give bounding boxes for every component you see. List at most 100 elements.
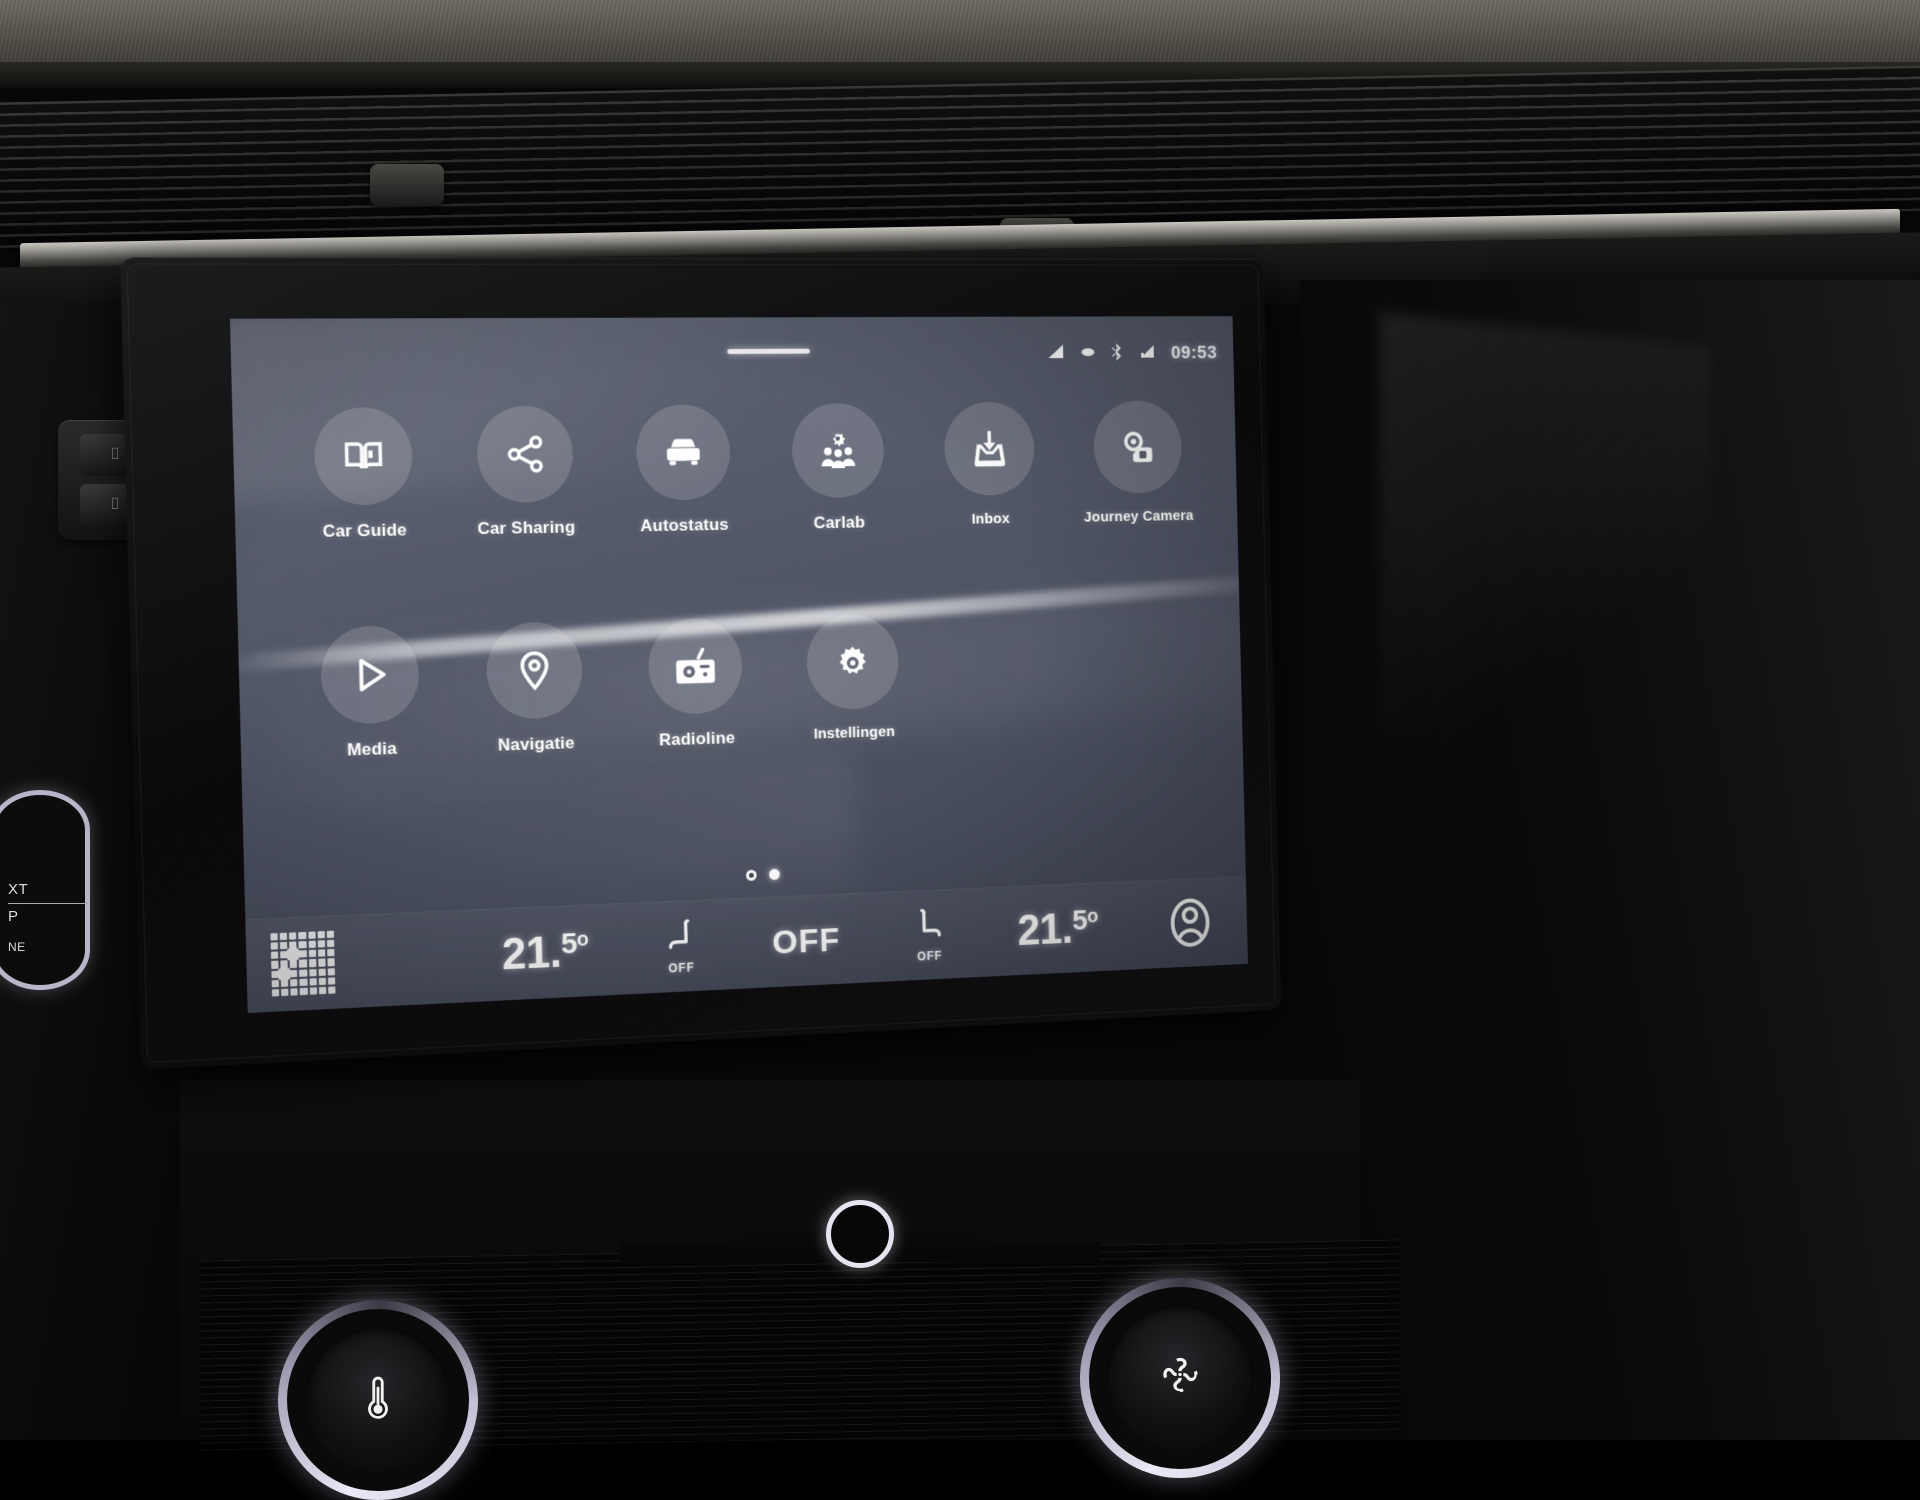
app-icon-bg [1092, 401, 1182, 494]
grid-dot [270, 933, 278, 941]
grid-dot [299, 969, 306, 977]
grid-dot [290, 960, 298, 968]
book-icon [340, 434, 386, 479]
app-inbox[interactable]: Inbox [913, 402, 1066, 532]
grid-dot [308, 950, 315, 958]
app-grid-icon[interactable] [270, 931, 335, 997]
grid-dot [280, 933, 288, 941]
driver-temperature[interactable]: 21.5o [501, 926, 589, 980]
app-radioline[interactable]: Radioline [614, 617, 776, 752]
panel-highlight [1380, 313, 1710, 768]
driver-seat-heater[interactable]: OFF [665, 919, 697, 976]
seat-heater-icon [665, 919, 697, 960]
driver-temp-value: 21. [501, 928, 561, 981]
degree-symbol: o [577, 928, 589, 951]
grid-dot-accent [287, 948, 300, 961]
location-pin-icon [512, 648, 557, 693]
start-stop-line1: XT [8, 880, 88, 900]
grid-dot [309, 959, 316, 967]
cowl-texture [0, 0, 1920, 70]
app-icon-bg [635, 404, 731, 500]
app-label: Car Sharing [477, 518, 575, 540]
app-instellingen[interactable]: Instellingen [773, 613, 932, 747]
clock: 09:53 [1171, 343, 1218, 364]
app-label: Media [347, 739, 397, 761]
grid-dot [290, 979, 298, 987]
grid-dot [328, 968, 335, 976]
app-label: Radioline [659, 728, 735, 750]
app-icon-bg [806, 614, 899, 710]
app-car-sharing[interactable]: Car Sharing [443, 405, 606, 539]
car-icon [660, 429, 706, 475]
people-group-icon [815, 428, 860, 474]
app-autostatus[interactable]: Autostatus [603, 404, 763, 537]
start-stop-line2: P [8, 907, 88, 927]
grid-dot [309, 969, 316, 977]
grid-dot [327, 958, 334, 966]
grid-dot [327, 931, 334, 939]
status-bar: 09:53 [1046, 341, 1217, 367]
grid-dot [317, 940, 324, 948]
passenger-temperature[interactable]: 21.5o [1017, 904, 1099, 956]
app-journey-camera[interactable]: Journey Camera [1062, 400, 1212, 529]
grid-dot [300, 978, 307, 986]
grid-dot [318, 968, 325, 976]
home-hard-button[interactable] [826, 1200, 894, 1268]
user-profile-icon[interactable] [1163, 894, 1217, 952]
grid-dot [299, 932, 306, 940]
app-icon-bg [943, 402, 1035, 496]
gear-icon [831, 640, 874, 684]
fan-icon [1080, 1355, 1280, 1402]
passenger-temp-value: 21. [1017, 905, 1073, 956]
grid-dot [271, 961, 279, 969]
passenger-seat-heater[interactable]: OFF [914, 908, 945, 964]
wifi-signal-icon [1138, 343, 1156, 364]
cellular-signal-icon [1046, 344, 1065, 365]
grid-dot [281, 988, 289, 996]
grid-dot [319, 987, 326, 995]
grid-dot [318, 950, 325, 958]
passenger-temp-decimal: 5 [1072, 904, 1088, 937]
fan-status[interactable]: OFF [772, 921, 841, 962]
grid-dot [327, 940, 334, 948]
app-icon-bg [313, 407, 413, 505]
screen-display: 09:53 Car Guide [230, 316, 1248, 1013]
app-grid: Car Guide Car Sharing [261, 400, 1217, 763]
bluetooth-icon [1111, 342, 1123, 366]
app-label: Instellingen [814, 723, 896, 742]
driver-seat-status: OFF [668, 960, 695, 975]
grid-dot [309, 978, 316, 986]
start-stop-line3: NE [8, 937, 88, 957]
app-label: Journey Camera [1084, 507, 1194, 525]
grid-dot [299, 941, 306, 949]
seat-heater-icon [914, 908, 945, 948]
radio-icon [674, 644, 718, 689]
infotainment-screen: 09:53 Car Guide [120, 257, 1281, 1070]
play-icon [346, 651, 394, 699]
app-label: Carlab [813, 513, 865, 533]
grid-dot [318, 977, 325, 985]
vent-direction-tab-left[interactable] [370, 164, 444, 206]
grid-dot [309, 987, 316, 995]
app-navigatie[interactable]: Navigatie [452, 621, 618, 758]
grid-dot [290, 969, 298, 977]
data-indicator-icon [1080, 345, 1095, 362]
fan-knob-right[interactable] [1080, 1278, 1280, 1478]
app-icon-bg [476, 406, 574, 503]
page-dot-1[interactable] [745, 870, 756, 881]
notification-drag-handle[interactable] [727, 349, 810, 354]
grid-dot [300, 988, 307, 996]
camera-icon [1116, 425, 1159, 470]
app-media[interactable]: Media [285, 624, 455, 762]
temperature-knob-left[interactable] [278, 1300, 478, 1500]
app-label: Car Guide [322, 520, 407, 542]
grid-dot [308, 931, 315, 939]
app-carlab[interactable]: Carlab [759, 403, 915, 534]
grid-dot [280, 942, 288, 950]
grid-dot [328, 977, 335, 985]
driver-temp-decimal: 5 [561, 927, 578, 962]
app-car-guide[interactable]: Car Guide [280, 407, 447, 543]
app-icon-bg [486, 621, 584, 720]
dashboard-cowl [0, 0, 1920, 70]
page-dot-2-active[interactable] [769, 869, 780, 880]
